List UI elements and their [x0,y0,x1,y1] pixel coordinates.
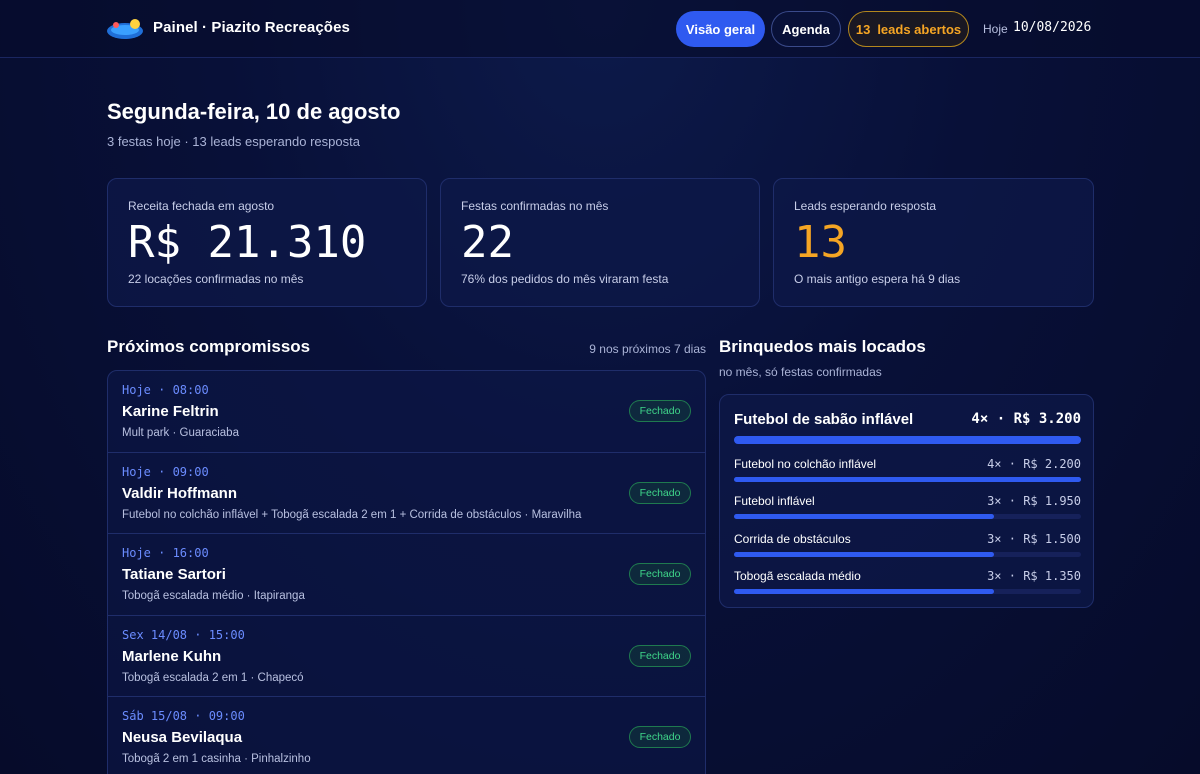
toy-name: Corrida de obstáculos [734,532,851,546]
appointments-meta: 9 nos próximos 7 dias [589,342,706,356]
appointment-client: Karine Feltrin [122,403,219,420]
today-date: 10/08/2026 [1013,20,1092,35]
kpi-label: Festas confirmadas no mês [461,199,609,213]
kpi-label: Receita fechada em agosto [128,199,275,213]
nav-leads-button[interactable]: 13 leads abertos [848,11,969,47]
toy-name: Futebol inflável [734,494,815,508]
status-badge: Fechado [629,481,691,504]
toys-ranking-card: Futebol de sabão inflável 4× · R$ 3.200 … [719,394,1094,608]
nav-agenda-label: Agenda [782,21,830,37]
toy-bar-fill [734,436,1081,444]
status-badge: Fechado [629,563,691,585]
toys-title: Brinquedos mais locados [719,337,926,356]
toy-bar [734,514,1081,519]
kpi-value: R$ 21.310 [128,217,367,268]
toy-bar-fill [734,589,995,594]
toy-name: Tobogã escalada médio [734,569,861,583]
appointment-item[interactable]: Sáb 15/08 · 09:00 Neusa Bevilaqua Tobogã… [108,697,705,774]
toy-stat: 3× · R$ 1.500 [987,532,1081,546]
toy-name: Futebol de sabão inflável [734,411,914,428]
kpi-value: 22 [461,217,514,268]
appointment-description: Tobogã escalada médio · Itapiranga [122,590,305,602]
kpi-value: 13 [794,217,847,268]
toy-bar-fill [734,477,1081,482]
appointment-item[interactable]: Hoje · 09:00 Valdir Hoffmann Futebol no … [108,453,705,534]
brand-title: Painel · Piazito Recreações [153,19,350,36]
nav-overview-button[interactable]: Visão geral [676,11,765,47]
kpi-card-leads: Leads esperando resposta 13 O mais antig… [773,178,1094,307]
leads-count: 13 [855,21,871,37]
status-badge: Fechado [629,726,691,748]
toys-subtitle: no mês, só festas confirmadas [719,365,882,379]
page-title: Segunda-feira, 10 de agosto [107,99,401,124]
appointment-time: Hoje · 09:00 [122,464,209,479]
status-badge: Fechado [629,400,691,422]
piazito-logo [107,19,143,39]
appointment-item[interactable]: Sex 14/08 · 15:00 Marlene Kuhn Tobogã es… [108,616,705,697]
kpi-card-revenue: Receita fechada em agosto R$ 21.310 22 l… [107,178,427,307]
toy-bar [734,552,1081,557]
toy-bar [734,477,1081,482]
nav-agenda-button[interactable]: Agenda [771,11,841,47]
appointment-time: Sáb 15/08 · 09:00 [122,709,245,723]
kpi-card-parties: Festas confirmadas no mês 22 76% dos ped… [440,178,760,307]
toy-stat: 3× · R$ 1.950 [987,494,1081,508]
toy-bar-fill [734,514,995,519]
appointment-description: Futebol no colchão inflável + Tobogã esc… [122,508,582,521]
kpi-note: 76% dos pedidos do mês viraram festa [461,272,669,286]
appointment-client: Marlene Kuhn [122,647,222,665]
kpi-note: O mais antigo espera há 9 dias [794,272,961,286]
kpi-note: 22 locações confirmadas no mês [128,272,304,286]
top-header: Painel · Piazito Recreações Visão geral … [0,0,1200,58]
appointment-client: Tatiane Sartori [122,566,226,583]
status-badge: Fechado [629,644,691,667]
appointment-description: Tobogã 2 em 1 casinha · Pinhalzinho [122,753,311,765]
appointments-list: Hoje · 08:00 Karine Feltrin Mult park · … [107,370,706,774]
kpi-label: Leads esperando resposta [794,199,937,213]
appointment-time: Hoje · 08:00 [122,383,209,397]
page-subtitle: 3 festas hoje · 13 leads esperando respo… [107,134,360,149]
leads-label: leads abertos [877,21,962,37]
nav-overview-label: Visão geral [685,21,756,37]
toy-stat: 4× · R$ 3.200 [971,411,1081,427]
appointment-description: Mult park · Guaraciaba [122,427,239,439]
appointment-item[interactable]: Hoje · 08:00 Karine Feltrin Mult park · … [108,371,705,453]
today-label: Hoje [983,22,1008,36]
appointment-client: Neusa Bevilaqua [122,729,243,746]
toy-stat: 3× · R$ 1.350 [987,569,1081,583]
appointment-client: Valdir Hoffmann [122,484,238,502]
toy-bar [734,436,1081,444]
appointment-time: Sex 14/08 · 15:00 [122,627,245,642]
appointments-title: Próximos compromissos [107,337,311,356]
appointment-item[interactable]: Hoje · 16:00 Tatiane Sartori Tobogã esca… [108,534,705,616]
appointment-time: Hoje · 16:00 [122,546,209,560]
toy-name: Futebol no colchão inflável [734,457,877,471]
toy-stat: 4× · R$ 2.200 [987,457,1081,471]
toy-bar [734,589,1081,594]
appointment-description: Tobogã escalada 2 em 1 · Chapecó [122,671,304,684]
toy-bar-fill [734,552,995,557]
